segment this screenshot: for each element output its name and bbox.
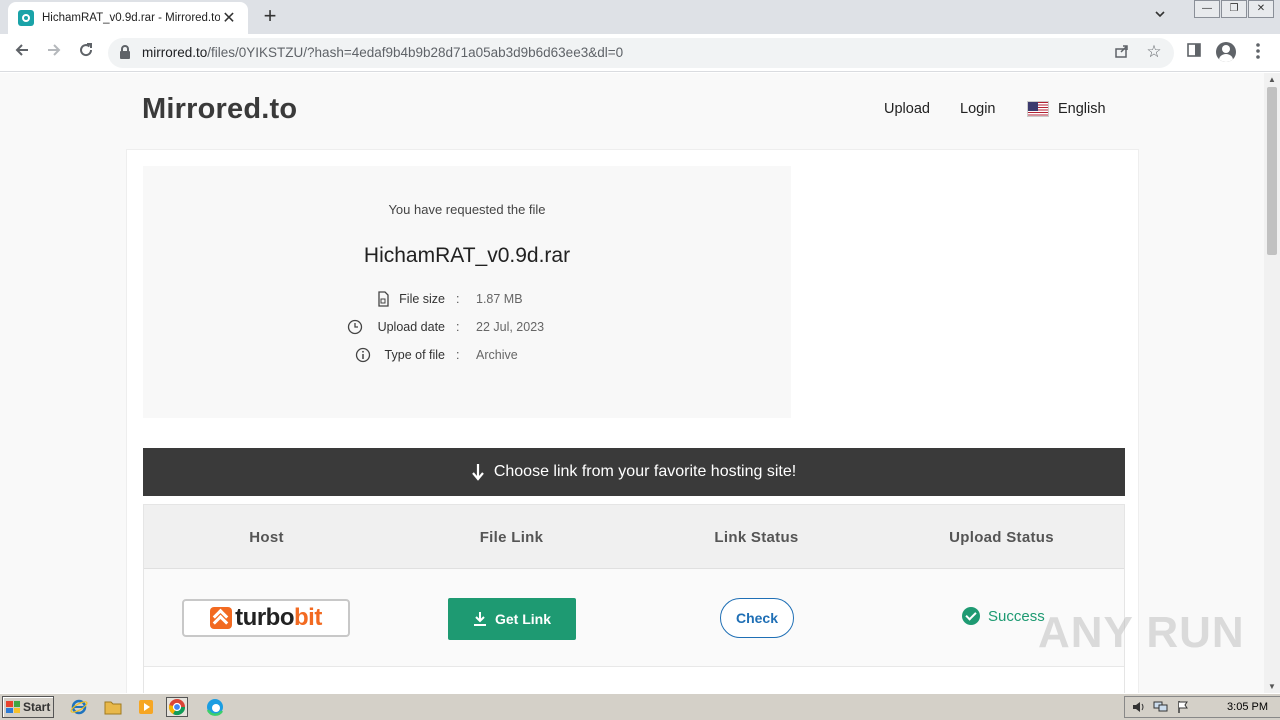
file-info-panel: You have requested the file HichamRAT_v0… <box>143 166 791 418</box>
get-link-button[interactable]: Get Link <box>448 598 576 640</box>
language-selector[interactable]: English <box>1058 101 1106 117</box>
file-type-label: Type of file <box>384 348 445 362</box>
separator: : <box>456 320 460 334</box>
nav-upload-link[interactable]: Upload <box>884 101 930 117</box>
windows-taskbar: Start 3:05 PM <box>0 693 1280 720</box>
upload-status-badge: Success <box>962 607 1045 625</box>
file-type-value: Archive <box>476 348 518 362</box>
browser-toolbar: mirrored.to/files/0YIKSTZU/?hash=4edaf9b… <box>0 34 1280 72</box>
side-panel-icon[interactable] <box>1183 42 1205 64</box>
action-center-flag-icon[interactable] <box>1175 700 1191 716</box>
table-row: turbo bit Get Link Check Success <box>144 569 1124 667</box>
media-player-icon[interactable] <box>135 697 157 717</box>
bookmark-star-icon[interactable]: ☆ <box>1144 42 1164 62</box>
info-icon <box>355 347 371 363</box>
edge-browser-icon[interactable] <box>204 697 226 717</box>
scrollbar-thumb[interactable] <box>1267 87 1277 255</box>
start-button[interactable]: Start <box>2 696 54 718</box>
tab-title: HichamRAT_v0.9d.rar - Mirrored.to <box>42 12 220 24</box>
file-size-row: File size : 1.87 MB <box>143 290 791 310</box>
tab-search-chevron-icon[interactable] <box>1150 8 1170 26</box>
mirror-hosts-table: Host File Link Link Status Upload Status… <box>143 504 1125 693</box>
start-label: Start <box>23 700 51 714</box>
separator: : <box>456 348 460 362</box>
upload-status-text: Success <box>988 607 1045 625</box>
get-link-label: Get Link <box>494 611 551 627</box>
system-tray: 3:05 PM <box>1124 696 1280 718</box>
forward-button[interactable] <box>42 41 66 65</box>
us-flag-icon[interactable] <box>1027 101 1049 117</box>
file-size-value: 1.87 MB <box>476 292 523 306</box>
back-button[interactable] <box>10 41 34 65</box>
scroll-down-arrow-icon[interactable]: ▼ <box>1268 682 1276 691</box>
network-icon[interactable] <box>1153 700 1169 716</box>
header-host: Host <box>249 529 284 546</box>
menu-kebab-icon[interactable] <box>1247 42 1269 64</box>
clock-icon <box>347 319 363 335</box>
scroll-up-arrow-icon[interactable]: ▲ <box>1268 75 1276 84</box>
file-type-row: Type of file : Archive <box>143 346 791 366</box>
file-explorer-icon[interactable] <box>102 697 124 717</box>
windows-logo-icon <box>6 701 20 713</box>
download-icon <box>473 611 487 627</box>
header-link-status: Link Status <box>714 529 799 546</box>
share-icon[interactable] <box>1112 43 1132 63</box>
site-logo[interactable]: Mirrored.to <box>142 93 297 126</box>
lock-icon[interactable] <box>120 45 130 59</box>
anyrun-watermark: ANY RUN <box>1038 608 1245 657</box>
header-upload-status: Upload Status <box>949 529 1054 546</box>
requested-text: You have requested the file <box>388 202 546 217</box>
nav-login-link[interactable]: Login <box>960 101 995 117</box>
separator: : <box>456 292 460 306</box>
url-text: mirrored.to/files/0YIKSTZU/?hash=4edaf9b… <box>142 45 623 60</box>
file-name: HichamRAT_v0.9d.rar <box>363 244 571 267</box>
volume-icon[interactable] <box>1131 700 1147 716</box>
new-tab-button[interactable]: + <box>258 5 282 29</box>
site-favicon-icon <box>18 10 34 26</box>
file-card: You have requested the file HichamRAT_v0… <box>126 149 1139 693</box>
minimize-button[interactable]: — <box>1194 0 1220 18</box>
file-icon <box>375 291 391 307</box>
upload-date-label: Upload date <box>377 320 445 334</box>
address-bar[interactable]: mirrored.to/files/0YIKSTZU/?hash=4edaf9b… <box>108 38 1174 68</box>
header-file-link: File Link <box>479 529 544 546</box>
choose-link-banner: Choose link from your favorite hosting s… <box>143 448 1125 496</box>
turbobit-logo: turbo bit <box>182 599 350 637</box>
browser-tab-bar: HichamRAT_v0.9d.rar - Mirrored.to ✕ + — … <box>0 0 1280 34</box>
upload-date-row: Upload date : 22 Jul, 2023 <box>143 318 791 338</box>
restore-button[interactable]: ❐ <box>1221 0 1247 18</box>
file-size-label: File size <box>399 292 445 306</box>
url-domain: mirrored.to <box>142 45 208 60</box>
close-tab-icon[interactable]: ✕ <box>220 8 238 28</box>
banner-text: Choose link from your favorite hosting s… <box>493 463 797 480</box>
page-scrollbar[interactable]: ▲ ▼ <box>1264 73 1280 693</box>
table-header: Host File Link Link Status Upload Status <box>144 505 1124 569</box>
turbobit-mark-icon <box>210 607 233 629</box>
check-link-button[interactable]: Check <box>720 598 794 638</box>
reload-button[interactable] <box>74 41 98 65</box>
close-window-button[interactable]: ✕ <box>1248 0 1274 18</box>
upload-date-value: 22 Jul, 2023 <box>476 320 545 334</box>
check-circle-icon <box>962 607 980 625</box>
turbobit-logo-text: turbo <box>235 604 294 631</box>
window-controls: — ❐ ✕ <box>1193 0 1274 18</box>
profile-avatar-icon[interactable] <box>1216 42 1236 62</box>
turbobit-logo-text-accent: bit <box>293 604 322 631</box>
arrow-down-icon <box>471 463 484 481</box>
browser-tab[interactable]: HichamRAT_v0.9d.rar - Mirrored.to ✕ <box>8 2 248 34</box>
taskbar-clock: 3:05 PM <box>1227 701 1268 713</box>
internet-explorer-icon[interactable] <box>68 697 90 717</box>
page-viewport: Mirrored.to Upload Login English You hav… <box>0 73 1264 693</box>
url-path: /files/0YIKSTZU/?hash=4edaf9b4b9b28d71a0… <box>207 45 624 60</box>
chrome-taskbar-icon[interactable] <box>166 697 188 717</box>
